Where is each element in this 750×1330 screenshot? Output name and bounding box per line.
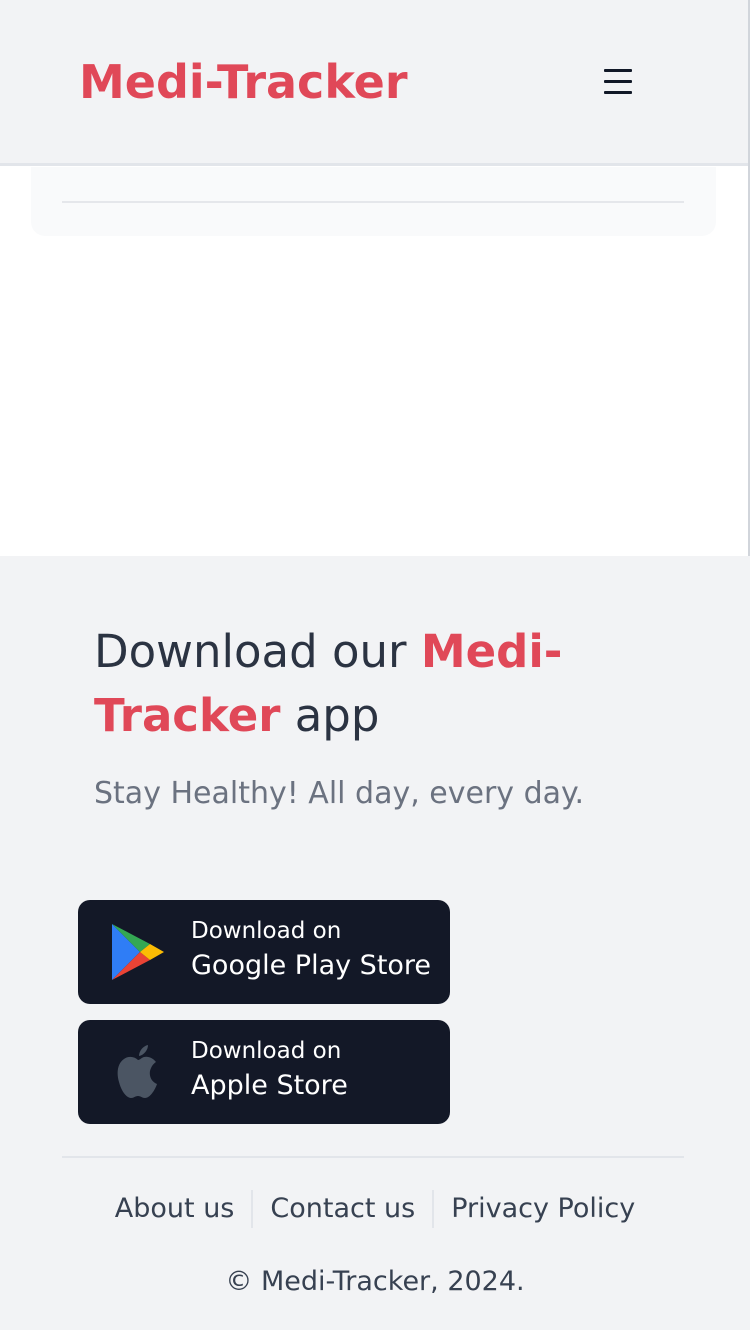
apple-store-small-label: Download on <box>191 1038 342 1064</box>
footer-links: About us Contact us Privacy Policy <box>0 1190 750 1228</box>
apple-icon <box>117 1045 157 1098</box>
panel-divider <box>62 201 684 203</box>
menu-bar-top <box>604 69 632 72</box>
hamburger-menu-icon[interactable] <box>596 60 640 104</box>
tagline: Stay Healthy! All day, every day. <box>94 776 585 811</box>
google-store-small-label: Download on <box>191 918 342 944</box>
download-headline: Download our Medi-Tracker app <box>94 620 594 748</box>
menu-bar-middle <box>604 80 632 83</box>
top-navbar: Medi-Tracker <box>0 0 750 166</box>
google-play-icon <box>112 924 164 980</box>
apple-store-name: Apple Store <box>191 1070 348 1101</box>
privacy-policy-link[interactable]: Privacy Policy <box>434 1190 652 1228</box>
footer: Download our Medi-Tracker app Stay Healt… <box>0 556 750 1330</box>
brand-logo-text[interactable]: Medi-Tracker <box>79 52 408 112</box>
menu-bar-bottom <box>604 91 632 94</box>
apple-store-button[interactable]: Download on Apple Store <box>78 1020 450 1124</box>
google-store-name: Google Play Store <box>191 950 432 981</box>
google-play-store-button[interactable]: Download on Google Play Store <box>78 900 450 1004</box>
content-panel <box>31 167 716 236</box>
copyright-text: © Medi-Tracker, 2024. <box>225 1266 525 1297</box>
headline-prefix: Download our <box>94 625 421 678</box>
contact-us-link[interactable]: Contact us <box>253 1190 432 1228</box>
about-us-link[interactable]: About us <box>98 1190 252 1228</box>
headline-suffix: app <box>280 689 380 742</box>
footer-divider <box>62 1156 684 1158</box>
